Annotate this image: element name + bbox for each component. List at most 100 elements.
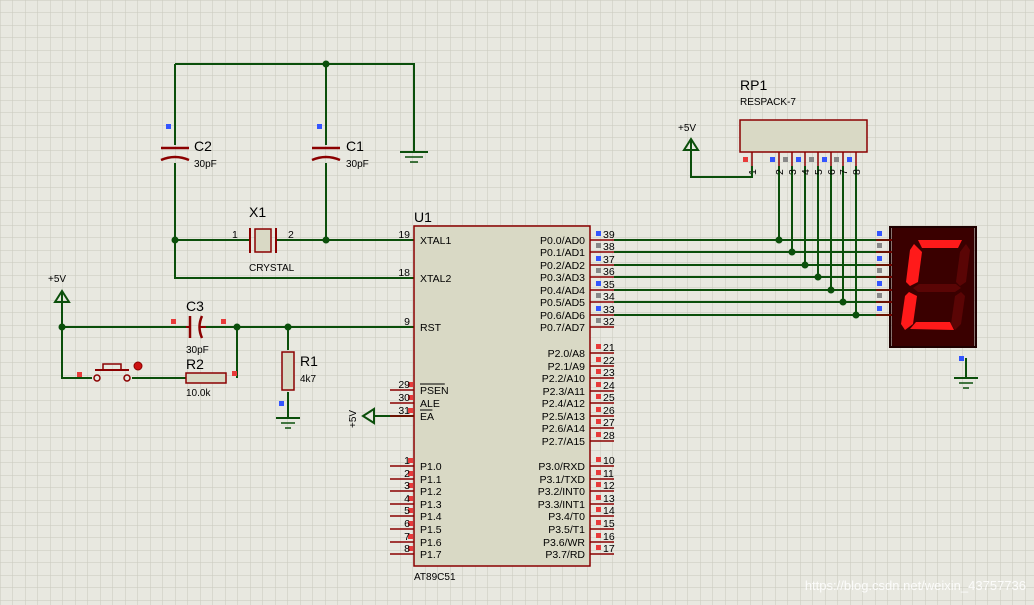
seven-segment-display[interactable] (876, 226, 977, 361)
u1-pin-number: 12 (603, 480, 615, 492)
u1-pin-number: 19 (398, 229, 410, 241)
u1-ref: U1 (414, 209, 432, 225)
rp1-pin-number: 5 (813, 169, 825, 175)
vcc-ea-label: +5V (348, 410, 359, 428)
vcc-left-label: +5V (48, 274, 66, 285)
c1-ref: C1 (346, 138, 364, 154)
u1-pin-number: 33 (603, 304, 615, 316)
u1-pin-name: P0.7/AD7 (540, 322, 585, 334)
u1-pin-name: P1.7 (420, 549, 442, 561)
u1-pin-number: 2 (404, 468, 410, 480)
u1-pin-name: P0.0/AD0 (540, 235, 585, 247)
x1-ref: X1 (249, 204, 266, 220)
u1-pin-number: 15 (603, 518, 615, 530)
u1-pin-name: P0.1/AD1 (540, 247, 585, 259)
u1-pin-number: 17 (603, 543, 615, 555)
r1-value: 4k7 (300, 374, 317, 385)
u1-pin-number: 16 (603, 531, 615, 543)
u1-pin-name: P3.5/T1 (548, 524, 585, 536)
u1-right-pins: 39 P0.0/AD0 38 P0.1/AD1 37 P0.2/AD2 36 P0.3/AD3… (538, 229, 615, 561)
u1-pin-number: 10 (603, 455, 615, 467)
r2-ref: R2 (186, 356, 204, 372)
u1-pin-number: 32 (603, 316, 615, 328)
r1-ref: R1 (300, 353, 318, 369)
u1-pin-number: 39 (603, 229, 615, 241)
u1-pin-number: 18 (398, 267, 410, 279)
u1-pin-number: 37 (603, 254, 615, 266)
u1-pin-name: P3.4/T0 (548, 511, 585, 523)
x1-value: CRYSTAL (249, 263, 295, 274)
u1-pin-number: 8 (404, 543, 410, 555)
u1-pin-name: PSEN (420, 385, 449, 397)
u1-pin-name: P3.7/RD (545, 549, 585, 561)
u1-pin-number: 7 (404, 531, 410, 543)
u1-pin-name: XTAL1 (420, 235, 451, 247)
rp1-value: RESPACK-7 (740, 97, 796, 108)
watermark-text: https://blog.csdn.net/weixin_43757736 (805, 578, 1026, 593)
x1-pin1: 1 (232, 229, 238, 241)
u1-pin-number: 31 (398, 405, 410, 417)
u1-pin-name: P3.2/INT0 (538, 486, 585, 498)
u1-pin-name: P0.5/AD5 (540, 297, 585, 309)
rp1-pin-number: 7 (838, 169, 850, 175)
c3-value: 30pF (186, 345, 209, 356)
u1-pin-number: 3 (404, 480, 410, 492)
c2-ref: C2 (194, 138, 212, 154)
u1-pin-number: 22 (603, 355, 615, 367)
u1-pin-number: 30 (398, 392, 410, 404)
x1-pin2: 2 (288, 229, 294, 241)
u1-pin-name: P2.5/A13 (542, 411, 585, 423)
u1-pin-name: P2.0/A8 (548, 348, 586, 360)
u1-pin-name: P2.7/A15 (542, 436, 585, 448)
c2-value: 30pF (194, 159, 217, 170)
c3-ref: C3 (186, 298, 204, 314)
u1-pin-number: 5 (404, 505, 410, 517)
u1-pin-number: 13 (603, 493, 615, 505)
microcontroller-u1[interactable]: U1 AT89C51 19 XTAL118 XTAL29 RST29 PSEN30 ALE… (390, 209, 615, 583)
u1-pin-number: 35 (603, 279, 615, 291)
u1-pin-name: P1.4 (420, 511, 442, 523)
rp1-pin-number: 4 (800, 169, 812, 175)
u1-pin-name: P1.3 (420, 499, 442, 511)
u1-pin-number: 11 (603, 468, 614, 480)
u1-pin-name: EA (420, 411, 434, 423)
u1-pin-number: 25 (603, 392, 615, 404)
u1-pin-name: P3.3/INT1 (538, 499, 585, 511)
u1-part: AT89C51 (414, 572, 456, 583)
u1-pin-name: RST (420, 322, 442, 334)
segment-g-off (913, 284, 961, 292)
rp1-pin-number: 3 (787, 169, 799, 175)
u1-pin-name: P0.6/AD6 (540, 310, 585, 322)
u1-pin-number: 1 (404, 455, 410, 467)
rp1-pin-number: 2 (774, 169, 786, 175)
u1-pin-number: 14 (603, 505, 615, 517)
u1-pin-name: P0.2/AD2 (540, 260, 585, 272)
u1-pin-number: 38 (603, 241, 615, 253)
u1-pin-number: 29 (398, 379, 410, 391)
u1-pin-name: P1.6 (420, 537, 442, 549)
c1-value: 30pF (346, 159, 369, 170)
u1-pin-number: 23 (603, 367, 615, 379)
u1-pin-name: XTAL2 (420, 273, 451, 285)
u1-pin-name: P2.4/A12 (542, 398, 585, 410)
u1-pin-number: 27 (603, 417, 615, 429)
u1-pin-name: P1.2 (420, 486, 442, 498)
schematic-canvas: C2 30pF C1 30pF X1 CRYSTAL 1 2 +5V C3 30… (0, 0, 1034, 605)
rp1-pin-number: 8 (851, 169, 863, 175)
rp1-ref: RP1 (740, 77, 767, 93)
u1-pin-name: P0.4/AD4 (540, 285, 585, 297)
segment-d (910, 322, 954, 330)
u1-pin-name: P1.1 (420, 474, 442, 486)
u1-pin-number: 6 (404, 518, 410, 530)
u1-pin-number: 21 (603, 342, 615, 354)
u1-pin-name: P0.3/AD3 (540, 272, 585, 284)
u1-pin-number: 36 (603, 266, 615, 278)
u1-pin-number: 24 (603, 380, 615, 392)
u1-pin-number: 4 (404, 493, 410, 505)
r2-value: 10.0k (186, 388, 211, 399)
u1-pin-name: P2.3/A11 (543, 386, 586, 398)
u1-pin-name: P2.2/A10 (542, 373, 585, 385)
rp1-pin-number: 6 (826, 169, 838, 175)
u1-pin-number: 9 (404, 316, 410, 328)
vcc-rp1-label: +5V (678, 123, 696, 134)
